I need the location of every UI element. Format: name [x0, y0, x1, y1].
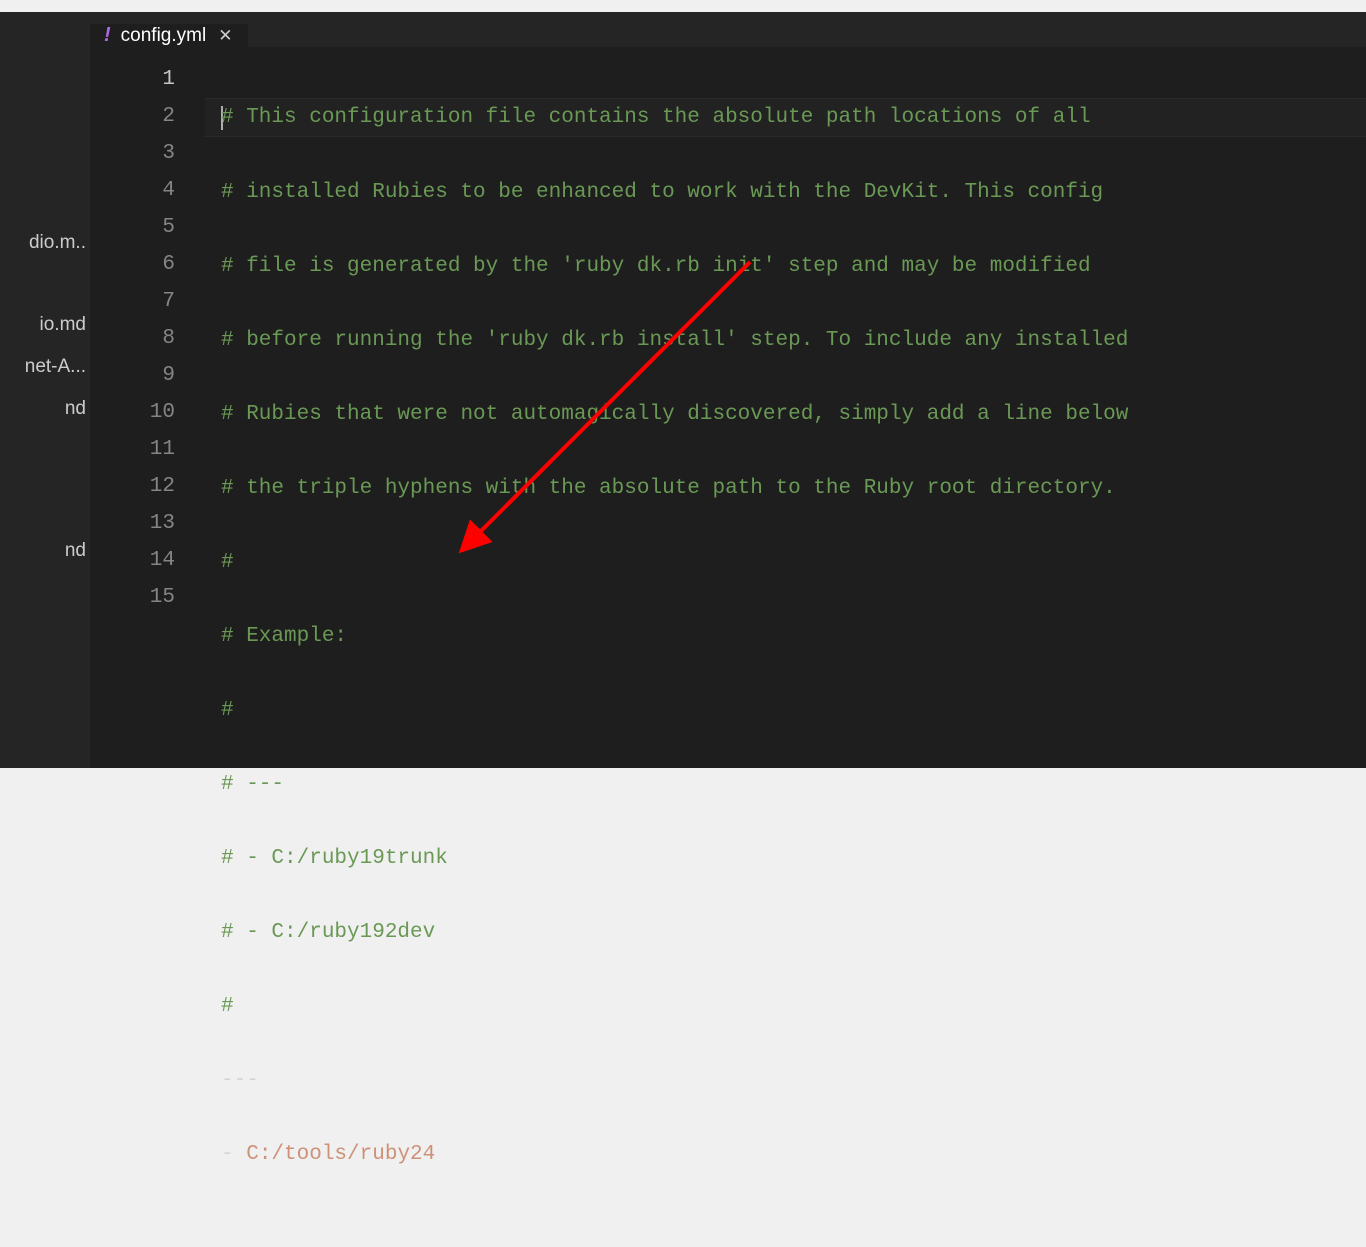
- code-line[interactable]: #: [205, 544, 1366, 581]
- yaml-file-icon: !: [104, 24, 111, 47]
- code-line[interactable]: # - C:/ruby192dev: [205, 914, 1366, 951]
- line-number: 4: [90, 172, 175, 209]
- sidebar-file-item[interactable]: nd: [0, 530, 90, 572]
- line-number: 2: [90, 98, 175, 135]
- line-number: 14: [90, 542, 175, 579]
- editor-main: ! config.yml ✕ 1 2 3 4 5 6 7 8 9 10 11 1…: [90, 12, 1366, 768]
- sidebar-file-item[interactable]: net-A...: [0, 346, 90, 388]
- file-explorer-sidebar[interactable]: dio.m.. io.md net-A... nd nd: [0, 12, 90, 768]
- code-line[interactable]: # This configuration file contains the a…: [205, 98, 1366, 137]
- line-number-gutter: 1 2 3 4 5 6 7 8 9 10 11 12 13 14 15: [90, 61, 205, 1247]
- close-tab-icon[interactable]: ✕: [216, 26, 234, 46]
- editor-container: dio.m.. io.md net-A... nd nd ! config.ym…: [0, 12, 1366, 768]
- sidebar-file-item[interactable]: dio.m..: [0, 222, 90, 264]
- sidebar-file-item[interactable]: nd: [0, 388, 90, 430]
- code-line[interactable]: # file is generated by the 'ruby dk.rb i…: [205, 248, 1366, 285]
- tab-filename: config.yml: [121, 25, 207, 47]
- line-number: 12: [90, 468, 175, 505]
- line-number: 7: [90, 283, 175, 320]
- code-line[interactable]: - C:/tools/ruby24: [205, 1136, 1366, 1173]
- code-content[interactable]: # This configuration file contains the a…: [205, 61, 1366, 1247]
- code-line[interactable]: # the triple hyphens with the absolute p…: [205, 470, 1366, 507]
- code-line[interactable]: #: [205, 692, 1366, 729]
- line-number: 8: [90, 320, 175, 357]
- line-number: 11: [90, 431, 175, 468]
- code-line[interactable]: # Example:: [205, 618, 1366, 655]
- code-line[interactable]: # ---: [205, 766, 1366, 803]
- window-chrome-gap: [0, 0, 1366, 12]
- line-number: 9: [90, 357, 175, 394]
- line-number: 3: [90, 135, 175, 172]
- line-number: 1: [90, 61, 175, 98]
- line-number: 10: [90, 394, 175, 431]
- sidebar-file-item[interactable]: io.md: [0, 304, 90, 346]
- code-line[interactable]: # - C:/ruby19trunk: [205, 840, 1366, 877]
- line-number: 6: [90, 246, 175, 283]
- code-editor[interactable]: 1 2 3 4 5 6 7 8 9 10 11 12 13 14 15 # Th…: [90, 47, 1366, 1247]
- code-line[interactable]: # before running the 'ruby dk.rb install…: [205, 322, 1366, 359]
- line-number: 5: [90, 209, 175, 246]
- code-line[interactable]: #: [205, 988, 1366, 1025]
- tab-config-yml[interactable]: ! config.yml ✕: [90, 24, 248, 47]
- code-line[interactable]: # installed Rubies to be enhanced to wor…: [205, 174, 1366, 211]
- line-number: 15: [90, 579, 175, 616]
- line-number: 13: [90, 505, 175, 542]
- code-line[interactable]: # Rubies that were not automagically dis…: [205, 396, 1366, 433]
- tab-bar[interactable]: ! config.yml ✕: [90, 12, 1366, 47]
- code-line[interactable]: ---: [205, 1062, 1366, 1099]
